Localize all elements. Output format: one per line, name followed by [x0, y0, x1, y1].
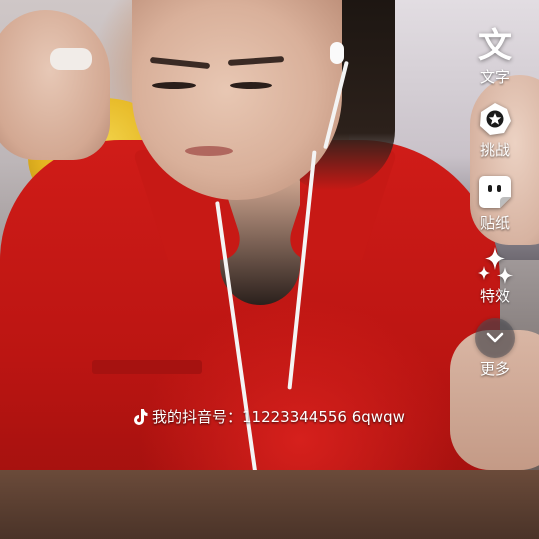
more-tools-button[interactable]: 更多: [475, 318, 515, 378]
watermark-text: 我的抖音号：11223344556 6qwqw: [152, 408, 405, 426]
sparkle-effects-icon: [475, 245, 515, 285]
side-toolbar: 文 文字 挑战 贴纸 特效 更多: [465, 26, 525, 391]
mouth: [185, 146, 233, 156]
text-tool-label: 文字: [479, 68, 510, 86]
challenge-tool-button[interactable]: 挑战: [475, 99, 515, 159]
challenge-tool-label: 挑战: [479, 141, 510, 159]
right-eye: [230, 82, 272, 89]
challenge-icon: [475, 99, 515, 139]
effects-tool-label: 特效: [479, 287, 510, 305]
more-icon-wrapper: [475, 318, 515, 358]
shirt-pocket: [92, 360, 202, 374]
video-preview: 文 文字 挑战 贴纸 特效 更多 我的抖音号：11223344556 6qwqw: [0, 0, 539, 539]
earbud: [330, 42, 344, 64]
sticker-icon: [475, 172, 515, 212]
text-icon: 文: [478, 26, 512, 66]
left-hand: [0, 10, 110, 160]
chevron-down-icon: [475, 318, 515, 358]
effects-tool-button[interactable]: 特效: [475, 245, 515, 305]
sticker-tool-button[interactable]: 贴纸: [475, 172, 515, 232]
more-tools-label: 更多: [479, 360, 510, 378]
left-eye: [152, 82, 196, 89]
tissue: [50, 48, 92, 70]
douyin-id-watermark: 我的抖音号：11223344556 6qwqw: [132, 406, 405, 427]
text-tool-button[interactable]: 文 文字: [475, 26, 515, 86]
sticker-tool-label: 贴纸: [479, 214, 510, 232]
tiktok-logo-icon: [132, 408, 148, 426]
desk-edge: [0, 470, 539, 539]
